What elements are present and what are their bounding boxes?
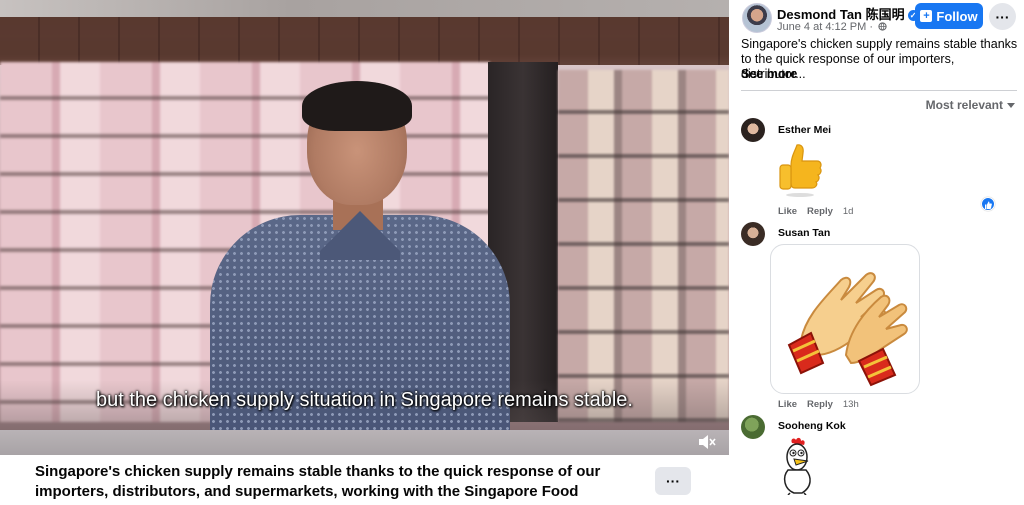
comment-time[interactable]: 1d (843, 206, 854, 217)
like-link[interactable]: Like (778, 399, 797, 410)
comment-time[interactable]: 13h (843, 399, 859, 410)
comment-sort-label: Most relevant (925, 98, 1003, 112)
author-name-text[interactable]: Desmond Tan 陈国明 (777, 7, 905, 22)
speaker-hair (302, 81, 412, 131)
avatar[interactable] (741, 222, 765, 246)
avatar[interactable] (741, 118, 765, 142)
divider (741, 90, 1017, 91)
thumbs-up-sticker (777, 143, 823, 202)
see-more-link[interactable]: See more (741, 67, 797, 81)
comment-actions: Like Reply 1d (778, 206, 863, 217)
clapping-hands-sticker (770, 244, 920, 394)
comment-author[interactable]: Esther Mei (778, 124, 831, 136)
clapping-hands-icon (787, 272, 908, 387)
video-top-strip (0, 0, 729, 17)
video-caption: Singapore's chicken supply remains stabl… (35, 463, 601, 505)
avatar[interactable] (741, 415, 765, 439)
post-meta: June 4 at 4:12 PM · (777, 21, 887, 33)
rooster-sticker (774, 437, 820, 500)
globe-icon (878, 22, 887, 31)
post-panel: Desmond Tan 陈国明 ✓ June 4 at 4:12 PM · + F… (729, 0, 1024, 505)
reply-link[interactable]: Reply (807, 206, 833, 217)
video-column: but the chicken supply situation in Sing… (0, 0, 729, 505)
comment-author[interactable]: Susan Tan (778, 227, 830, 239)
facebook-video-viewer: but the chicken supply situation in Sing… (0, 0, 1024, 505)
comment-sort-dropdown[interactable]: Most relevant (926, 98, 1015, 112)
avatar[interactable] (742, 3, 772, 33)
caption-more-button[interactable]: ··· (655, 467, 691, 495)
reply-link[interactable]: Reply (807, 399, 833, 410)
video-control-bar (0, 430, 729, 455)
like-link[interactable]: Like (778, 206, 797, 217)
add-page-icon: + (920, 10, 933, 22)
comment-actions: Like Reply 13h (778, 399, 869, 410)
video-player[interactable]: but the chicken supply situation in Sing… (0, 0, 729, 455)
video-fridge-right (558, 70, 729, 422)
like-reaction-icon[interactable] (981, 197, 995, 211)
video-subtitle: but the chicken supply situation in Sing… (96, 389, 633, 411)
more-options-button[interactable]: ··· (989, 3, 1016, 30)
video-brick-wall (0, 17, 729, 65)
follow-button[interactable]: + Follow (915, 3, 983, 29)
speaker-figure (210, 81, 510, 430)
comment-author[interactable]: Sooheng Kok (778, 420, 846, 432)
post-timestamp[interactable]: June 4 at 4:12 PM · (777, 21, 873, 33)
mute-button[interactable] (697, 433, 717, 451)
speaker-muted-icon (699, 435, 716, 449)
speaker-collar (320, 210, 400, 260)
follow-label: Follow (936, 8, 978, 24)
chevron-down-icon (1007, 103, 1015, 108)
